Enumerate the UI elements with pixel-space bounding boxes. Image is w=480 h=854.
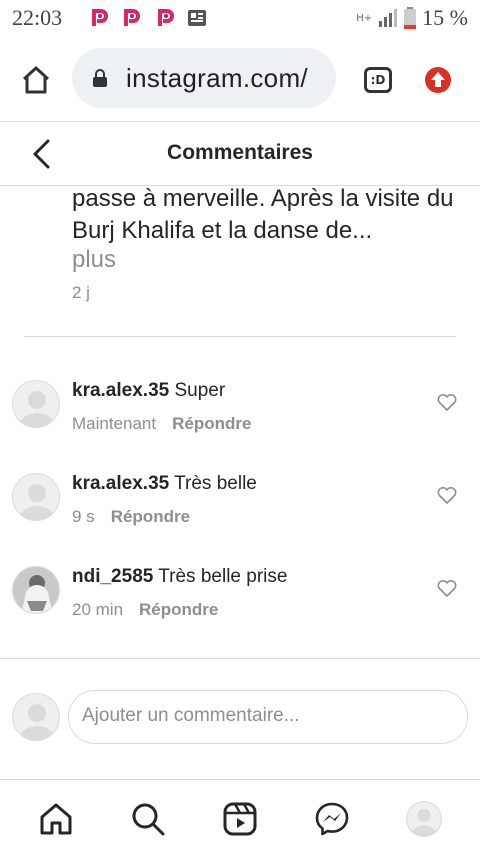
comment-body: Très belle (174, 473, 257, 494)
comment-item: kra.alex.35 Très belle 9 s Répondre (0, 473, 480, 553)
url-text: instagram.com/ (126, 63, 308, 93)
user-photo-avatar (13, 567, 59, 613)
comment-time: Maintenant (72, 414, 157, 433)
reply-button[interactable]: Répondre (111, 507, 190, 526)
avatar[interactable] (12, 566, 60, 614)
comment-text: kra.alex.35 Très belle (72, 473, 257, 495)
more-link[interactable]: plus (72, 246, 116, 274)
news-app-icon (188, 10, 206, 26)
home-icon[interactable] (38, 801, 74, 837)
like-heart-icon[interactable] (436, 578, 458, 598)
default-avatar-icon (19, 391, 55, 427)
avatar[interactable] (12, 473, 60, 521)
bottom-navigation (0, 781, 480, 854)
lock-icon (93, 69, 107, 87)
network-type: H+ (356, 12, 373, 24)
default-avatar-icon (19, 704, 55, 740)
comment-username[interactable]: ndi_2585 (72, 566, 153, 587)
comment-body: Très belle prise (158, 566, 288, 587)
profile-avatar-tab[interactable] (406, 801, 442, 837)
current-user-avatar (12, 693, 60, 741)
comment-input[interactable]: Ajouter un commentaire... (68, 690, 468, 744)
caption-timestamp: 2 j (72, 283, 90, 302)
default-avatar-icon (410, 808, 438, 836)
divider (24, 336, 456, 337)
comment-item: kra.alex.35 Super Maintenant Répondre (0, 380, 480, 460)
post-caption: passe à merveille. Après la visite du Bu… (72, 183, 480, 247)
comment-text: kra.alex.35 Super (72, 380, 225, 402)
search-icon[interactable] (130, 801, 166, 837)
status-time: 22:03 (12, 5, 63, 30)
caption-line: Burj Khalifa et la danse de... (72, 217, 373, 244)
pinterest-notification-icon (124, 9, 140, 26)
reply-button[interactable]: Répondre (172, 414, 251, 433)
signal-icon (379, 9, 398, 27)
comment-time: 9 s (72, 507, 95, 526)
tabs-button[interactable]: :D (364, 67, 392, 93)
comment-time: 20 min (72, 600, 124, 619)
like-heart-icon[interactable] (436, 392, 458, 412)
messenger-icon[interactable] (314, 801, 350, 837)
reply-button[interactable]: Répondre (139, 600, 218, 619)
comments-header: Commentaires (0, 122, 480, 186)
comment-body: Super (174, 380, 226, 401)
comment-meta: Maintenant Répondre (72, 414, 251, 434)
comment-text: ndi_2585 Très belle prise (72, 566, 287, 588)
default-avatar-icon (19, 484, 55, 520)
comment-username[interactable]: kra.alex.35 (72, 380, 169, 401)
browser-toolbar: instagram.com/ :D (0, 36, 480, 122)
pinterest-notification-icon (89, 8, 109, 28)
like-heart-icon[interactable] (436, 485, 458, 505)
comment-username[interactable]: kra.alex.35 (72, 473, 169, 494)
comment-meta: 20 min Répondre (72, 600, 218, 620)
comment-meta: 9 s Répondre (72, 507, 190, 527)
battery-percent: 15 % (422, 5, 468, 30)
comment-composer: Ajouter un commentaire... (0, 659, 480, 780)
status-indicators: H+ 15 % (356, 5, 468, 31)
page-title: Commentaires (167, 141, 313, 164)
upload-icon[interactable] (424, 66, 452, 94)
address-bar[interactable]: instagram.com/ (72, 48, 336, 108)
avatar[interactable] (12, 380, 60, 428)
status-bar: 22:03 H+ 15 % (0, 0, 480, 36)
home-icon[interactable] (20, 64, 52, 96)
caption-line: passe à merveille. Après la visite du (72, 185, 454, 212)
pinterest-notification-icon (158, 9, 174, 26)
comment-item: ndi_2585 Très belle prise 20 min Répondre (0, 566, 480, 646)
battery-icon (404, 7, 417, 29)
reels-icon[interactable] (222, 801, 258, 837)
